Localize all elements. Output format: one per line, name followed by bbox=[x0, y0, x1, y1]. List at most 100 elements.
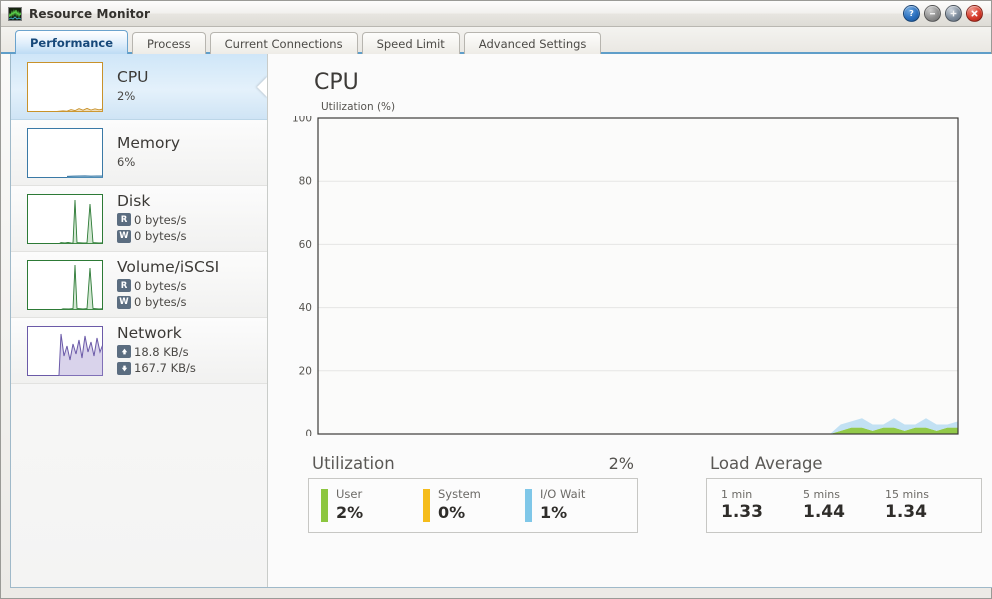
window-titlebar: Resource Monitor ? bbox=[1, 1, 991, 27]
disk-write-stat: W 0 bytes/s bbox=[117, 228, 187, 245]
utilization-legend: User 2% System 0% I/O Wait 1% bbox=[308, 478, 638, 533]
utilization-total: 2% bbox=[608, 454, 634, 473]
user-color-swatch bbox=[321, 489, 328, 522]
minimize-button[interactable] bbox=[924, 5, 941, 22]
volume-sparkline-thumbnail bbox=[27, 259, 103, 310]
tab-process[interactable]: Process bbox=[132, 32, 206, 54]
disk-meta: Disk R 0 bytes/s W 0 bytes/s bbox=[117, 192, 187, 245]
legend-value: 0% bbox=[438, 502, 466, 522]
window-title: Resource Monitor bbox=[29, 6, 150, 21]
resource-stat: 6% bbox=[117, 154, 180, 171]
tab-label: Performance bbox=[30, 35, 114, 50]
cpu-meta: CPU 2% bbox=[117, 68, 149, 104]
resource-stat: 2% bbox=[117, 88, 149, 105]
disk-write-value: 0 bytes/s bbox=[134, 229, 187, 244]
legend-io-wait: I/O Wait 1% bbox=[525, 487, 627, 522]
load-label: 15 mins bbox=[885, 488, 929, 501]
svg-text:20: 20 bbox=[299, 365, 312, 377]
sidebar-item-cpu[interactable]: CPU 2% bbox=[11, 54, 267, 120]
load-label: 5 mins bbox=[803, 488, 840, 501]
help-button[interactable]: ? bbox=[903, 5, 920, 22]
system-color-swatch bbox=[423, 489, 430, 522]
disk-sparkline-thumbnail bbox=[27, 193, 103, 244]
download-arrow-icon bbox=[117, 362, 131, 376]
maximize-button[interactable] bbox=[945, 5, 962, 22]
volume-write-stat: W 0 bytes/s bbox=[117, 294, 219, 311]
sidebar-item-disk[interactable]: Disk R 0 bytes/s W 0 bytes/s bbox=[11, 186, 267, 252]
y-axis-label: Utilization (%) bbox=[321, 101, 396, 113]
legend-system: System 0% bbox=[423, 487, 525, 522]
network-upload-value: 18.8 KB/s bbox=[134, 344, 189, 359]
stats-row: Utilization 2% User 2% System 0% I/O Wai… bbox=[292, 454, 982, 533]
resource-title: Volume/iSCSI bbox=[117, 258, 220, 277]
legend-label: I/O Wait bbox=[540, 487, 586, 501]
volume-meta: Volume/iSCSI R 0 bytes/s W 0 bytes/s bbox=[117, 258, 219, 311]
load-average-values: 1 min 1.33 5 mins 1.44 15 mins 1.34 bbox=[706, 478, 982, 533]
tab-current-connections[interactable]: Current Connections bbox=[209, 32, 358, 54]
svg-text:60: 60 bbox=[299, 239, 312, 251]
cpu-sparkline-thumbnail bbox=[27, 61, 103, 112]
volume-write-value: 0 bytes/s bbox=[134, 295, 187, 310]
cpu-utilization-plot: 0 20 40 60 80 100 bbox=[292, 116, 959, 437]
sidebar-item-network[interactable]: Network 18.8 KB/s 167.7 KB/s bbox=[11, 318, 267, 384]
volume-read-stat: R 0 bytes/s bbox=[117, 278, 219, 295]
resource-list: CPU 2% Memory 6% Disk R 0 bytes/s W 0 by… bbox=[11, 54, 268, 587]
load-15mins: 15 mins 1.34 bbox=[885, 488, 967, 522]
window-body: CPU 2% Memory 6% Disk R 0 bytes/s W 0 by… bbox=[1, 54, 992, 598]
memory-usage-value: 6% bbox=[117, 154, 136, 169]
page-title: CPU bbox=[314, 70, 359, 95]
svg-text:?: ? bbox=[909, 9, 914, 18]
volume-read-value: 0 bytes/s bbox=[134, 278, 187, 293]
svg-text:0: 0 bbox=[305, 429, 312, 437]
write-badge: W bbox=[117, 230, 131, 244]
resource-title: Network bbox=[117, 324, 182, 343]
cpu-chart: Utilization (%) 0 20 40 60 80 100 bbox=[292, 101, 982, 440]
load-1min: 1 min 1.33 bbox=[721, 488, 803, 522]
close-button[interactable] bbox=[966, 5, 983, 22]
disk-read-stat: R 0 bytes/s bbox=[117, 212, 187, 229]
tab-label: Current Connections bbox=[224, 36, 343, 51]
memory-sparkline-thumbnail bbox=[27, 127, 103, 178]
network-download-stat: 167.7 KB/s bbox=[117, 360, 196, 377]
svg-text:40: 40 bbox=[299, 302, 312, 314]
legend-user: User 2% bbox=[321, 487, 423, 522]
waveform-icon bbox=[8, 6, 22, 21]
svg-text:100: 100 bbox=[292, 116, 312, 125]
load-5mins: 5 mins 1.44 bbox=[803, 488, 885, 522]
write-badge: W bbox=[117, 296, 131, 310]
load-value: 1.44 bbox=[803, 502, 845, 522]
utilization-block: Utilization 2% User 2% System 0% I/O Wai… bbox=[308, 454, 638, 533]
tab-label: Speed Limit bbox=[376, 36, 445, 51]
resource-monitor-window: Resource Monitor ? Performance Process C… bbox=[0, 0, 992, 599]
tab-advanced-settings[interactable]: Advanced Settings bbox=[463, 32, 602, 54]
read-badge: R bbox=[117, 213, 131, 227]
tab-label: Process bbox=[147, 36, 191, 51]
resource-title: CPU bbox=[117, 68, 149, 87]
resource-title: Memory bbox=[117, 134, 181, 153]
load-average-header: Load Average bbox=[706, 454, 982, 478]
load-value: 1.34 bbox=[885, 502, 927, 522]
load-label: 1 min bbox=[721, 488, 753, 501]
disk-read-value: 0 bytes/s bbox=[134, 212, 187, 227]
memory-meta: Memory 6% bbox=[117, 134, 180, 170]
read-badge: R bbox=[117, 279, 131, 293]
tab-bar: Performance Process Current Connections … bbox=[1, 27, 991, 54]
utilization-heading: Utilization bbox=[312, 454, 395, 473]
resource-title: Disk bbox=[117, 192, 151, 211]
load-value: 1.33 bbox=[721, 502, 763, 522]
window-controls: ? bbox=[903, 5, 983, 22]
utilization-header: Utilization 2% bbox=[308, 454, 638, 478]
legend-label: System bbox=[438, 487, 481, 501]
legend-label: User bbox=[336, 487, 363, 501]
cpu-usage-value: 2% bbox=[117, 88, 136, 103]
legend-value: 1% bbox=[540, 502, 568, 522]
sidebar-item-memory[interactable]: Memory 6% bbox=[11, 120, 267, 186]
svg-text:80: 80 bbox=[299, 176, 312, 188]
tab-speed-limit[interactable]: Speed Limit bbox=[361, 32, 460, 54]
legend-value: 2% bbox=[336, 502, 364, 522]
io-wait-color-swatch bbox=[525, 489, 532, 522]
performance-panel: CPU 2% Memory 6% Disk R 0 bytes/s W 0 by… bbox=[10, 54, 992, 588]
network-upload-stat: 18.8 KB/s bbox=[117, 344, 196, 361]
tab-performance[interactable]: Performance bbox=[15, 30, 129, 54]
sidebar-item-volume-iscsi[interactable]: Volume/iSCSI R 0 bytes/s W 0 bytes/s bbox=[11, 252, 267, 318]
